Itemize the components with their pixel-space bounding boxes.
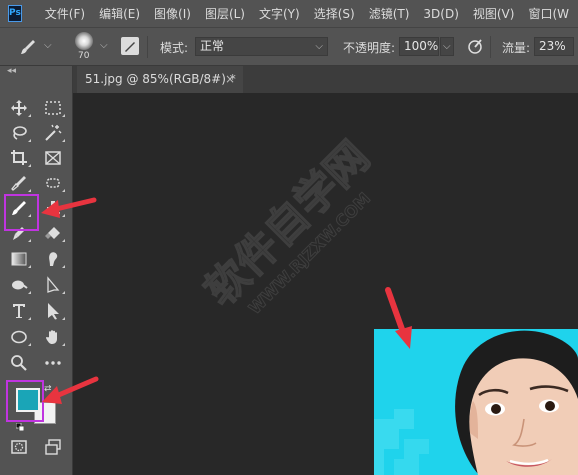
arrow-to-photo-icon bbox=[385, 287, 412, 349]
annotation-arrows bbox=[41, 197, 412, 404]
arrow-to-brush-icon bbox=[41, 197, 97, 218]
arrow-to-swatch-icon bbox=[42, 376, 99, 404]
